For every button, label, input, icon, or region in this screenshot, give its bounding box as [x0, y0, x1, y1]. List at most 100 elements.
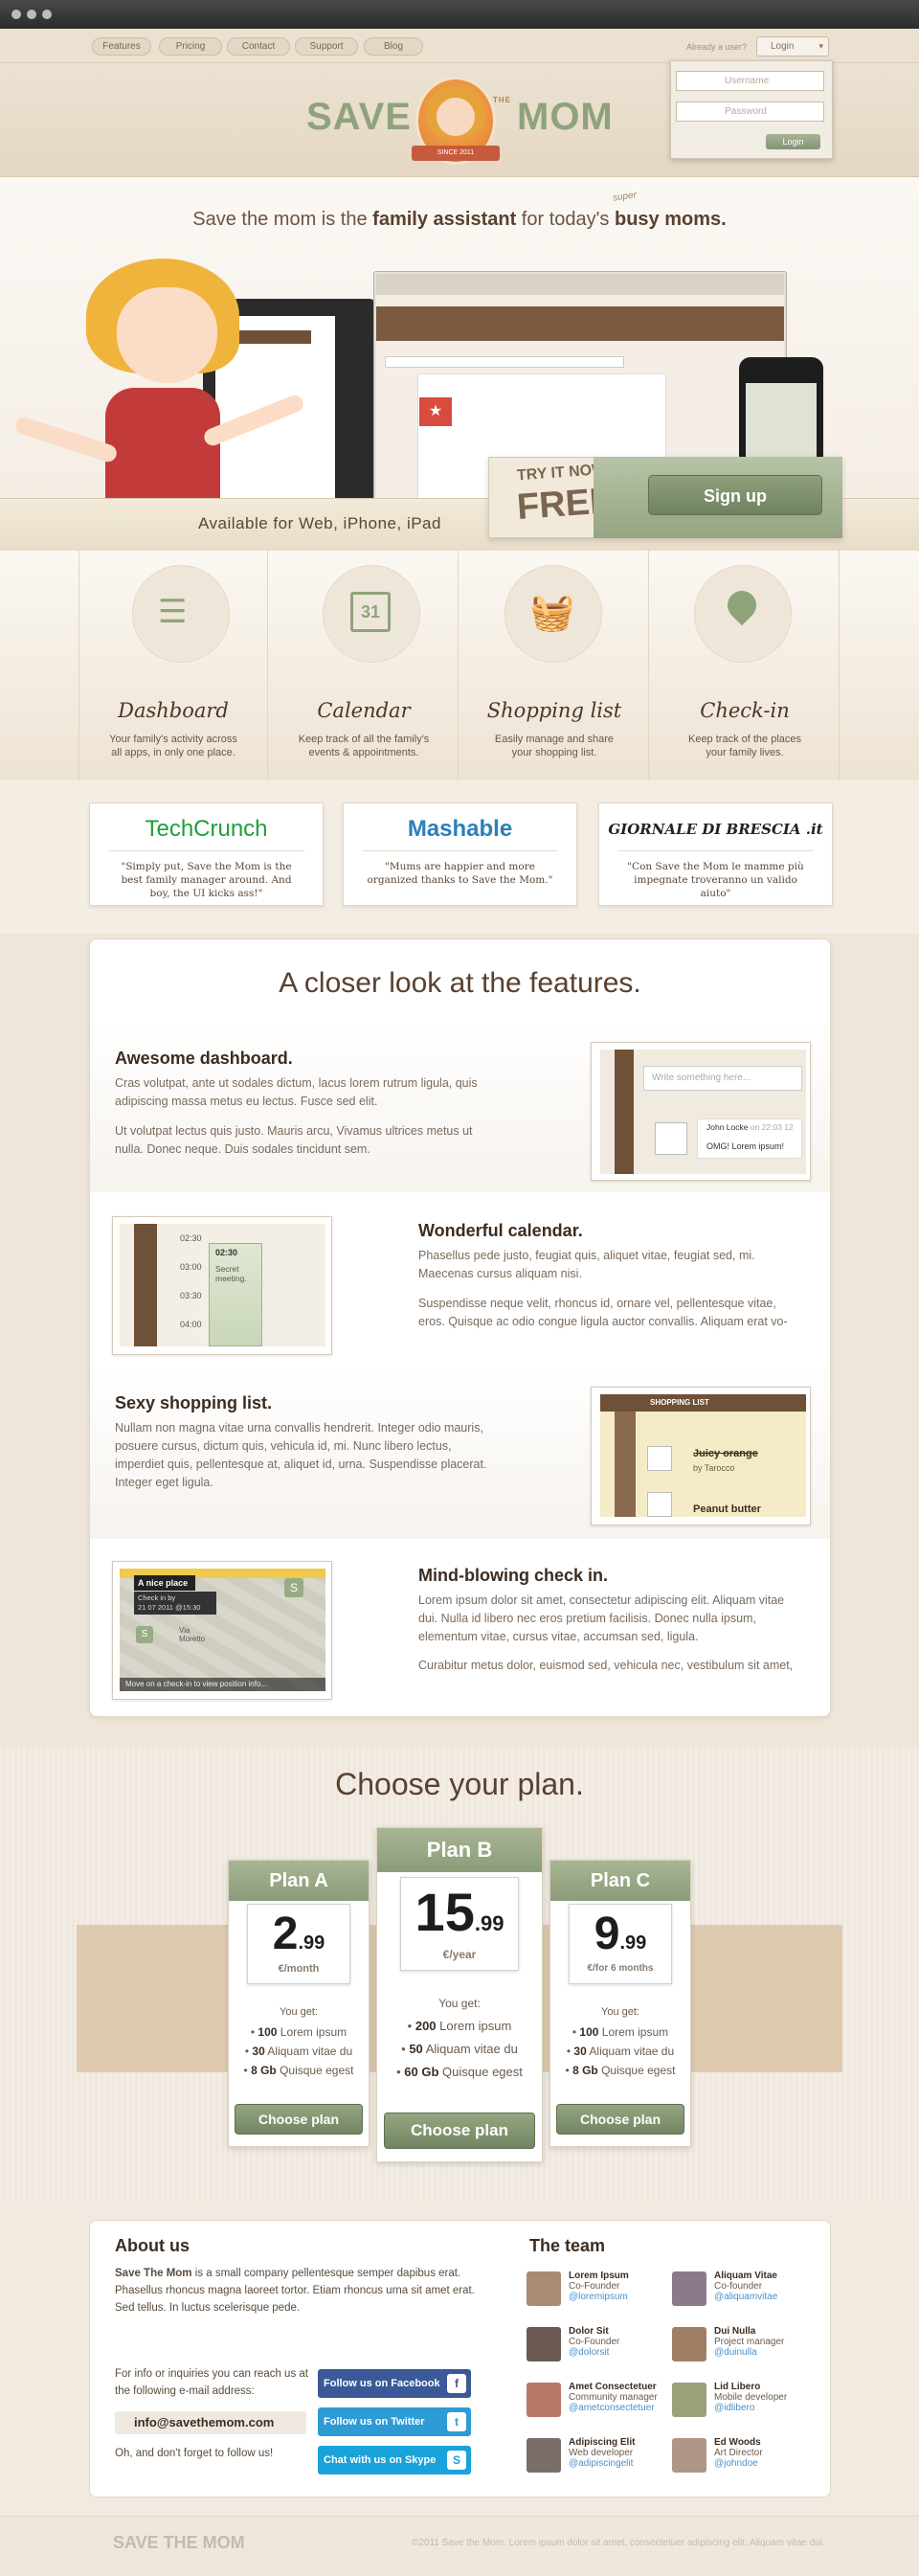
plan-a-choose-button[interactable]: Choose plan: [235, 2104, 363, 2135]
member-role: Mobile developer: [714, 2392, 788, 2403]
nav-blog[interactable]: Blog: [364, 37, 423, 56]
calendar-icon: 31: [350, 592, 391, 632]
member-role: Co-Founder: [569, 2281, 620, 2292]
nav-contact[interactable]: Contact: [227, 37, 290, 56]
login-toggle-button[interactable]: Login ▾: [756, 36, 829, 56]
plan-feature: • 30 Aliquam vitae du: [566, 2045, 675, 2058]
facebook-label: Follow us on Facebook: [324, 2378, 440, 2389]
logo-text-mom[interactable]: MOM: [517, 96, 614, 139]
map-checkin-info: Check in by 21 07 2011 @15:30: [134, 1592, 216, 1615]
screenshot-time: on 22:03 12: [750, 1122, 794, 1132]
dashboard-feature-text: Ut volutpat lectus quis justo. Mauris ar…: [115, 1124, 473, 1156]
plan-you-get: You get:: [438, 1997, 481, 2010]
window-minimize-dot[interactable]: [27, 10, 36, 19]
plan-feature-label: Aliquam vitae du: [267, 2045, 353, 2058]
map-place-label: A nice place: [134, 1575, 195, 1591]
team-member: Amet Consectetuer Community manager @ametc…: [569, 2382, 658, 2413]
plan-b-choose-button[interactable]: Choose plan: [384, 2113, 535, 2149]
skype-label: Chat with us on Skype: [324, 2454, 437, 2466]
nav-pricing[interactable]: Pricing: [159, 37, 222, 56]
avatar[interactable]: [672, 2327, 706, 2361]
plan-b-name: Plan B: [377, 1828, 542, 1872]
map-checkin-by: Check in by: [138, 1593, 176, 1602]
team-title: The team: [529, 2236, 606, 2255]
member-handle[interactable]: @idlibero: [714, 2403, 787, 2413]
plan-feature-value: 8 Gb: [572, 2064, 598, 2077]
window-zoom-dot[interactable]: [42, 10, 52, 19]
logo-mom-face: [437, 98, 475, 136]
press-logo-techcrunch[interactable]: TechCrunch: [89, 816, 324, 843]
login-submit-button[interactable]: Login: [766, 134, 820, 149]
plan-feature-label: Quisque egest: [601, 2064, 676, 2077]
member-role: Art Director: [714, 2448, 763, 2458]
avatar[interactable]: [672, 2271, 706, 2306]
avatar[interactable]: [672, 2383, 706, 2417]
team-member: Dolor Sit Co-Founder @dolorsit: [569, 2326, 619, 2358]
signup-button[interactable]: Sign up: [648, 475, 822, 515]
calendar-time-label: 02:30: [180, 1233, 202, 1243]
member-handle[interactable]: @duinulla: [714, 2347, 784, 2358]
plan-b-period: €/year: [442, 1948, 477, 1961]
nav-features[interactable]: Features: [92, 37, 151, 56]
avatar[interactable]: [527, 2271, 561, 2306]
shopping-item: Juicy orange: [693, 1448, 758, 1459]
divider: [362, 850, 558, 851]
divider: [617, 850, 814, 851]
map-street-label: Via Moretto: [179, 1626, 206, 1643]
logo-text-save[interactable]: SAVE: [306, 96, 412, 139]
screenshot-input: Write something here...: [643, 1066, 802, 1091]
press-logo-giornale[interactable]: GIORNALE DI BRESCIA .it: [598, 821, 833, 838]
press-logo-mashable[interactable]: Mashable: [343, 816, 577, 843]
shopping-list-header: SHOPPING LIST: [600, 1394, 806, 1412]
member-handle[interactable]: @johndoe: [714, 2458, 763, 2469]
skype-button[interactable]: Chat with us on Skype S: [318, 2446, 471, 2474]
member-handle[interactable]: @adipiscingelit: [569, 2458, 635, 2469]
tagline-bold: busy moms.: [615, 209, 727, 230]
plan-feature: • 50 Aliquam vitae du: [401, 2042, 518, 2056]
chevron-down-icon: ▾: [818, 41, 823, 51]
plan-c-period: €/for 6 months: [587, 1963, 654, 1974]
member-name: Lid Libero: [714, 2382, 761, 2392]
tagline-text: for today's: [516, 209, 615, 230]
window-close-dot[interactable]: [11, 10, 21, 19]
checkbox: [647, 1446, 672, 1471]
footer-logo[interactable]: SAVE THE MOM: [113, 2533, 245, 2553]
calendar-feature-title: Wonderful calendar.: [418, 1221, 583, 1240]
member-handle[interactable]: @aliquamvitae: [714, 2292, 777, 2302]
calendar-event-time: 02:30: [215, 1248, 238, 1257]
password-field[interactable]: Password: [676, 102, 824, 122]
shopping-item-by: by Tarocco: [693, 1463, 735, 1473]
avatar[interactable]: [527, 2383, 561, 2417]
twitter-button[interactable]: Follow us on Twitter t: [318, 2407, 471, 2436]
contact-text: For info or inquiries you can reach us a…: [115, 2368, 308, 2397]
member-handle[interactable]: @loremipsum: [569, 2292, 629, 2302]
plan-c-price-dec: .99: [619, 1932, 647, 1954]
feature-title: Calendar: [317, 699, 411, 722]
member-role: Co-Founder: [569, 2337, 620, 2347]
map-marker-icon[interactable]: S: [136, 1626, 153, 1643]
calendar-time-label: 04:00: [180, 1320, 202, 1329]
plan-b-price: 15.99: [400, 1881, 519, 1943]
plan-c-choose-button[interactable]: Choose plan: [556, 2104, 684, 2135]
plan-feature-value: 30: [252, 2045, 265, 2058]
facebook-button[interactable]: Follow us on Facebook f: [318, 2369, 471, 2398]
plan-feature: • 60 Gb Quisque egest: [396, 2065, 523, 2079]
avatar[interactable]: [527, 2438, 561, 2473]
app-header-bar: [376, 306, 784, 341]
email-link[interactable]: info@savethemom.com: [115, 2411, 306, 2434]
avatar[interactable]: [527, 2327, 561, 2361]
team-member: Adipiscing Elit Web developer @adipiscinge…: [569, 2437, 635, 2469]
footer-copyright: ©2011 Save the Mom. Lorem ipsum dolor si…: [412, 2538, 825, 2548]
map-marker-icon[interactable]: S: [284, 1578, 303, 1597]
press-quote: "Con Save the Mom le mamme più impegnate…: [627, 861, 804, 899]
username-field[interactable]: Username: [676, 71, 824, 91]
avatar[interactable]: [672, 2438, 706, 2473]
plan-feature-value: 8 Gb: [251, 2064, 277, 2077]
team-member: Ed Woods Art Director @johndoe: [714, 2437, 763, 2469]
map-checkin-date: 21 07 2011 @15:30: [138, 1603, 201, 1612]
skype-icon: S: [447, 2451, 466, 2470]
member-handle[interactable]: @dolorsit: [569, 2347, 619, 2358]
feature-desc: Keep track of the places your family liv…: [687, 734, 801, 758]
member-handle[interactable]: @ametconsectetuer: [569, 2403, 658, 2413]
nav-support[interactable]: Support: [295, 37, 358, 56]
